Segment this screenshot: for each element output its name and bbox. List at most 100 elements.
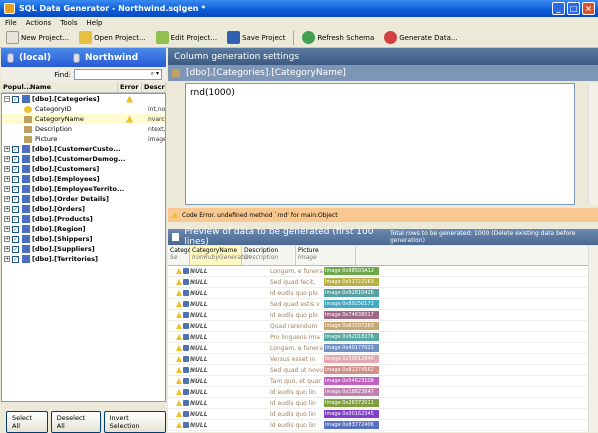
column-row[interactable]: Picture image,n (2, 134, 165, 144)
cell-category-name: NULL (190, 267, 208, 275)
select-all-button[interactable]: Select All (6, 411, 48, 433)
grid-row[interactable]: NULL Quad rarendum Image 0x63107283 (168, 321, 588, 332)
populate-checkbox[interactable]: ✓ (12, 205, 19, 213)
minimize-button[interactable]: _ (552, 2, 565, 15)
expand-toggle[interactable]: + (4, 196, 10, 202)
table-row[interactable]: + ✓ [dbo].[CustomerCusto... (2, 144, 165, 154)
binary-icon (183, 279, 189, 285)
open-project-button[interactable]: Open Project... (77, 30, 148, 46)
menu-help[interactable]: Help (87, 19, 103, 27)
deselect-all-button[interactable]: Deselect All (50, 411, 101, 433)
column-row[interactable]: CategoryName nvarch (2, 114, 165, 124)
header-picture[interactable]: Picture Image (296, 246, 356, 265)
grid-row[interactable]: NULL Id eudis quo lin Image 0x18823647 (168, 387, 588, 398)
menu-file[interactable]: File (5, 19, 17, 27)
header-category[interactable]: Catego Se (168, 246, 191, 265)
expand-toggle[interactable]: + (4, 206, 10, 212)
column-row[interactable]: CategoryID int,not (2, 104, 165, 114)
populate-checkbox[interactable]: ✓ (12, 235, 19, 243)
grid-row[interactable]: NULL Id eudis quo plo Image 0x92810426 (168, 288, 588, 299)
table-row[interactable]: + ✓ [dbo].[Employees] (2, 174, 165, 184)
edit-project-button[interactable]: Edit Project... (154, 30, 219, 46)
table-row[interactable]: + ✓ [dbo].[Suppliers] (2, 244, 165, 254)
table-row[interactable]: + ✓ [dbo].[Shippers] (2, 234, 165, 244)
header-description[interactable]: Descr (142, 82, 166, 92)
save-project-button[interactable]: Save Project (225, 30, 287, 46)
populate-checkbox[interactable]: ✓ (12, 195, 19, 203)
maximize-button[interactable]: □ (567, 2, 580, 15)
table-row[interactable]: + ✓ [dbo].[EmployeeTerrito... (2, 184, 165, 194)
grid-row[interactable]: NULL Versus esset in Image 0x39012846 (168, 354, 588, 365)
table-row[interactable]: − ✓ [dbo].[Categories] (2, 94, 165, 104)
populate-checkbox[interactable]: ✓ (12, 95, 19, 103)
grid-row[interactable]: NULL Longam, e funera Image 0x98503A12 (168, 266, 588, 277)
binary-icon (183, 389, 189, 395)
table-row[interactable]: + ✓ [dbo].[Region] (2, 224, 165, 234)
expand-toggle[interactable]: + (4, 156, 10, 162)
warning-icon (176, 268, 182, 274)
populate-checkbox[interactable]: ✓ (12, 155, 19, 163)
collapse-toggle[interactable]: − (4, 96, 10, 102)
populate-checkbox[interactable]: ✓ (12, 225, 19, 233)
generate-data-button[interactable]: Generate Data... (382, 30, 459, 46)
cell-picture: Image 0x62018376 (324, 333, 384, 341)
row-icons (176, 279, 190, 285)
expand-toggle[interactable]: + (4, 226, 10, 232)
server-name: (local) (19, 52, 51, 63)
cell-picture: Image 0x26372011 (324, 399, 384, 407)
binary-icon (183, 411, 189, 417)
find-input[interactable]: ⌕ ▾ (74, 69, 162, 80)
expand-toggle[interactable]: + (4, 146, 10, 152)
table-row[interactable]: + ✓ [dbo].[Products] (2, 214, 165, 224)
expand-toggle[interactable]: + (4, 186, 10, 192)
table-row[interactable]: + ✓ [dbo].[Customers] (2, 164, 165, 174)
code-editor[interactable]: rnd(1000) (185, 83, 575, 205)
table-row[interactable]: + ✓ [dbo].[Order Details] (2, 194, 165, 204)
populate-checkbox[interactable]: ✓ (12, 215, 19, 223)
expand-toggle[interactable]: + (4, 216, 10, 222)
grid-row[interactable]: NULL Sed quad fecit, Image 0x51722163 (168, 277, 588, 288)
grid-row[interactable]: NULL Longam, e funera Image 0x40177021 (168, 343, 588, 354)
grid-row[interactable]: NULL Tam quo, et quar Image 0x54623108 (168, 376, 588, 387)
table-row[interactable]: + ✓ [dbo].[CustomerDemog... (2, 154, 165, 164)
header-category-name[interactable]: CategoryName IronRubyGenerator (190, 246, 250, 265)
populate-checkbox[interactable]: ✓ (12, 145, 19, 153)
expand-toggle[interactable]: + (4, 176, 10, 182)
invert-selection-button[interactable]: Invert Selection (103, 411, 167, 433)
grid-row[interactable]: NULL Pro linguens ima Image 0x62018376 (168, 332, 588, 343)
header-name[interactable]: Name (28, 82, 118, 92)
generate-icon (384, 31, 398, 44)
row-icons (176, 422, 190, 428)
column-type: nvarch (148, 115, 165, 123)
header-description[interactable]: Description Description (242, 246, 296, 265)
table-row[interactable]: + ✓ [dbo].[Orders] (2, 204, 165, 214)
grid-row[interactable]: NULL Sed quad estis v Image 0x89250173 (168, 299, 588, 310)
populate-checkbox[interactable]: ✓ (12, 245, 19, 253)
grid-row[interactable]: NULL Id eudis quo lin Image 0x83772406 (168, 420, 588, 431)
table-row[interactable]: + ✓ [dbo].[Territories] (2, 254, 165, 264)
expand-toggle[interactable]: + (4, 166, 10, 172)
grid-row[interactable]: NULL Id eudis quo plo Image 0x74638017 (168, 310, 588, 321)
populate-checkbox[interactable]: ✓ (12, 175, 19, 183)
populate-checkbox[interactable]: ✓ (12, 165, 19, 173)
expand-toggle[interactable]: + (4, 246, 10, 252)
menu-actions[interactable]: Actions (26, 19, 52, 27)
grid-scrollbar[interactable] (588, 246, 598, 432)
cell-picture: Image 0x83772406 (324, 421, 384, 429)
refresh-schema-button[interactable]: Refresh Schema (300, 30, 376, 46)
editor-scrollbar[interactable] (588, 83, 598, 205)
column-row[interactable]: Description ntext,n (2, 124, 165, 134)
error-bar: Code Error. undefined method `rnd' for m… (168, 208, 598, 222)
menu-tools[interactable]: Tools (60, 19, 77, 27)
grid-row[interactable]: NULL Id eudis quo lin Image 0x26372011 (168, 398, 588, 409)
close-button[interactable]: × (582, 2, 595, 15)
header-populate[interactable]: Popul... (1, 82, 31, 92)
populate-checkbox[interactable]: ✓ (12, 255, 19, 263)
header-error[interactable]: Error (118, 82, 142, 92)
new-project-button[interactable]: New Project... (4, 30, 71, 46)
expand-toggle[interactable]: + (4, 236, 10, 242)
expand-toggle[interactable]: + (4, 256, 10, 262)
populate-checkbox[interactable]: ✓ (12, 185, 19, 193)
grid-row[interactable]: NULL Sed quad ut novu Image 0x81274562 (168, 365, 588, 376)
grid-row[interactable]: NULL Id eudis quo lin Image 0x00162345 (168, 409, 588, 420)
